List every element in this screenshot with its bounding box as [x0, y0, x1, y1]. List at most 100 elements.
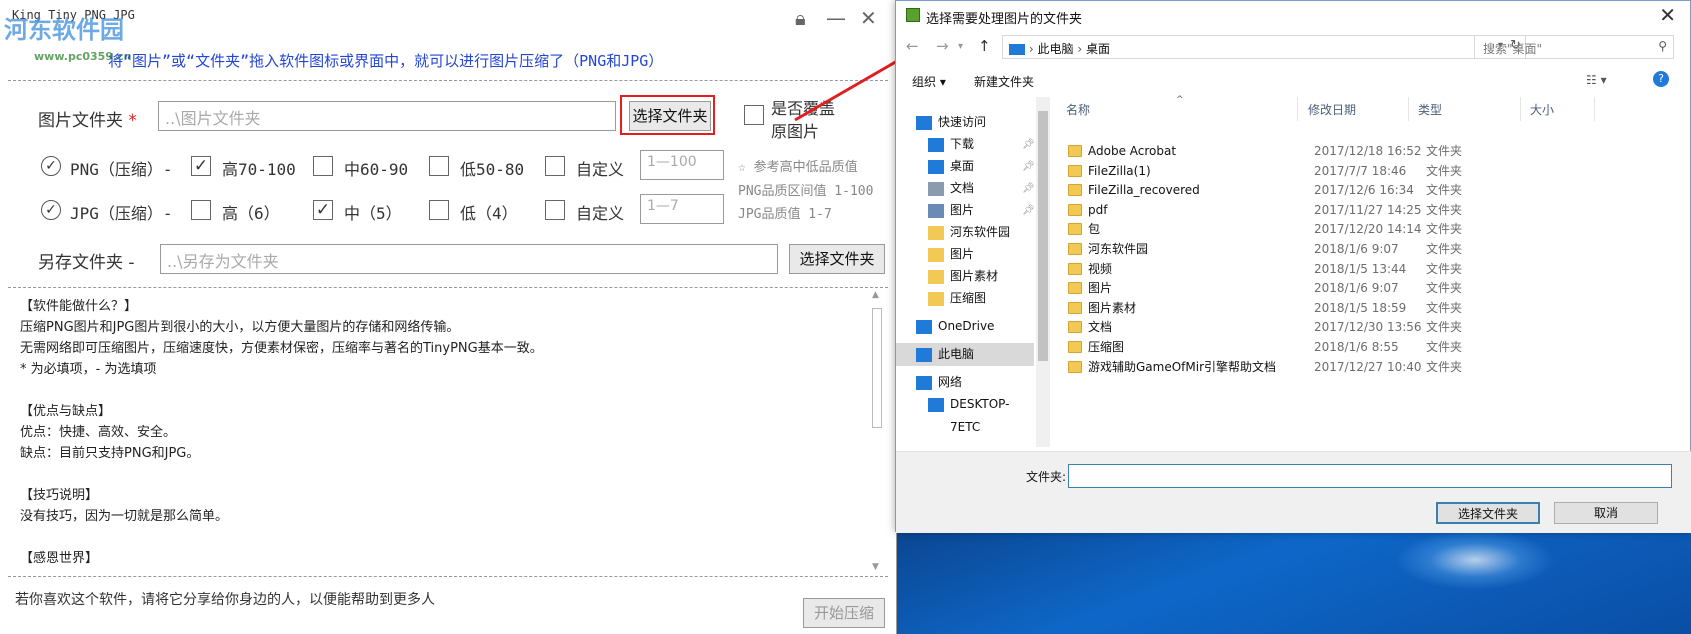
nav-item-label: 此电脑: [938, 347, 975, 361]
app-icon: [906, 8, 920, 22]
nav-item[interactable]: 图片素材: [896, 265, 1034, 288]
file-type: 文件夹: [1426, 340, 1463, 354]
dialog-title: 选择需要处理图片的文件夹: [926, 12, 1083, 27]
dialog-footer: 文件夹: 选择文件夹 取消: [896, 451, 1691, 533]
sort-up-icon: ^: [1176, 95, 1184, 105]
col-name[interactable]: 名称: [1066, 101, 1090, 118]
pin-icon[interactable]: 📌︎: [1022, 155, 1035, 178]
col-date[interactable]: 修改日期: [1308, 101, 1356, 118]
file-name: FileZilla(1): [1088, 163, 1151, 178]
folder-icon: [928, 292, 944, 306]
file-row[interactable]: 视频 2018/1/5 13:44 文件夹: [1066, 259, 1586, 280]
nav-item[interactable]: 图片 📌︎: [896, 199, 1035, 222]
file-name: 视频: [1088, 261, 1113, 276]
file-row[interactable]: 压缩图 2018/1/6 8:55 文件夹: [1066, 337, 1586, 358]
folder-icon: [1068, 184, 1082, 197]
help-icon[interactable]: ?: [1653, 71, 1669, 87]
nav-item[interactable]: 文档 📌︎: [896, 177, 1035, 200]
pin-icon[interactable]: 📌︎: [1022, 199, 1035, 222]
file-type: 文件夹: [1426, 359, 1463, 374]
computer-icon: [928, 398, 944, 412]
nav-item[interactable]: 河东软件园: [896, 221, 1034, 244]
col-size[interactable]: 大小: [1530, 101, 1554, 118]
organize-menu[interactable]: 组织 ▾: [912, 73, 946, 90]
download-icon: [928, 138, 944, 152]
breadcrumb-pc[interactable]: 此电脑: [1037, 42, 1073, 56]
file-date: 2017/12/6 16:34: [1314, 183, 1414, 198]
recent-dropdown-icon[interactable]: ▾: [958, 41, 963, 52]
folder-icon: [1068, 243, 1082, 255]
new-folder-button[interactable]: 新建文件夹: [974, 73, 1034, 90]
breadcrumb-desktop[interactable]: 桌面: [1086, 42, 1110, 56]
folder-icon: [1068, 164, 1082, 177]
file-row[interactable]: Adobe Acrobat 2017/12/18 16:52 文件夹: [1066, 141, 1586, 162]
desktop-icon: [928, 160, 944, 174]
file-name: 河东软件园: [1088, 242, 1149, 256]
nav-item[interactable]: 压缩图: [896, 287, 1034, 310]
file-type: 文件夹: [1426, 202, 1463, 217]
nav-item-label: DESKTOP-7ETC: [950, 397, 1010, 434]
nav-item[interactable]: 下载 📌︎: [896, 133, 1035, 156]
file-type: 文件夹: [1426, 144, 1463, 158]
close-icon[interactable]: ✕: [1659, 3, 1676, 27]
file-row[interactable]: FileZilla_recovered 2017/12/6 16:34 文件夹: [1066, 180, 1586, 201]
file-row[interactable]: 河东软件园 2018/1/6 9:07 文件夹: [1066, 239, 1586, 260]
nav-item-label: 压缩图: [950, 291, 987, 305]
nav-item[interactable]: 网络: [896, 371, 1034, 394]
nav-item[interactable]: DESKTOP-7ETC: [896, 393, 1034, 434]
nav-item[interactable]: 图片: [896, 243, 1034, 266]
nav-item-label: 图片素材: [950, 269, 999, 283]
computer-icon: [1009, 44, 1025, 55]
search-input[interactable]: 搜索"桌面" ⚲: [1474, 35, 1674, 59]
file-row[interactable]: 图片 2018/1/6 9:07 文件夹: [1066, 278, 1586, 299]
pin-icon[interactable]: 📌︎: [1022, 177, 1035, 200]
star-icon: [916, 116, 932, 130]
nav-item[interactable]: 快速访问: [896, 111, 1034, 134]
file-date: 2017/12/27 10:40: [1314, 359, 1422, 374]
folder-icon: [1068, 203, 1082, 216]
file-row[interactable]: 图片素材 2018/1/5 18:59 文件夹: [1066, 298, 1586, 319]
picture-icon: [928, 204, 944, 218]
nav-item[interactable]: 此电脑: [896, 343, 1034, 366]
file-type: 文件夹: [1426, 183, 1463, 198]
file-row[interactable]: FileZilla(1) 2017/7/7 18:46 文件夹: [1066, 161, 1586, 182]
file-type: 文件夹: [1426, 242, 1463, 256]
file-name: Adobe Acrobat: [1088, 144, 1177, 158]
folder-icon: [1068, 223, 1082, 236]
nav-item-label: 网络: [938, 375, 963, 389]
address-bar[interactable]: › 此电脑 › 桌面 ▾ ↻: [1002, 35, 1526, 59]
file-row[interactable]: pdf 2017/11/27 14:25 文件夹: [1066, 200, 1586, 221]
pin-icon[interactable]: 📌︎: [1022, 133, 1035, 156]
nav-item[interactable]: OneDrive: [896, 315, 1034, 338]
view-options-icon[interactable]: ☷ ▾: [1586, 73, 1607, 87]
file-type: 文件夹: [1426, 261, 1463, 276]
cloud-icon: [916, 320, 932, 334]
forward-icon[interactable]: →: [936, 37, 949, 55]
file-type: 文件夹: [1426, 163, 1463, 178]
file-name: FileZilla_recovered: [1088, 183, 1200, 198]
nav-item-label: 桌面: [950, 159, 975, 173]
file-name: 图片素材: [1088, 300, 1137, 315]
file-row[interactable]: 文档 2017/12/30 13:56 文件夹: [1066, 317, 1586, 338]
file-date: 2018/1/6 9:07: [1314, 242, 1399, 256]
select-folder-button[interactable]: 选择文件夹: [1436, 502, 1540, 524]
folder-icon: [1068, 145, 1082, 157]
folder-icon: [1068, 282, 1082, 295]
folder-icon: [1068, 360, 1082, 373]
col-type[interactable]: 类型: [1418, 101, 1442, 118]
file-type: 文件夹: [1426, 222, 1463, 237]
nav-scrollbar[interactable]: [1036, 97, 1050, 447]
file-date: 2018/1/6 8:55: [1314, 340, 1399, 354]
back-icon[interactable]: ←: [906, 37, 919, 55]
file-row[interactable]: 游戏辅助GameOfMir引擎帮助文档 2017/12/27 10:40 文件夹: [1066, 357, 1586, 378]
file-name: 游戏辅助GameOfMir引擎帮助文档: [1088, 359, 1277, 374]
nav-item-label: 下载: [950, 137, 975, 151]
up-icon[interactable]: ↑: [978, 37, 991, 55]
cancel-button[interactable]: 取消: [1554, 502, 1658, 524]
folder-icon: [1068, 262, 1082, 275]
folder-input[interactable]: [1068, 464, 1672, 488]
file-date: 2017/11/27 14:25: [1314, 202, 1422, 217]
nav-item[interactable]: 桌面 📌︎: [896, 155, 1035, 178]
file-row[interactable]: 包 2017/12/20 14:14 文件夹: [1066, 219, 1586, 240]
file-type: 文件夹: [1426, 300, 1463, 315]
